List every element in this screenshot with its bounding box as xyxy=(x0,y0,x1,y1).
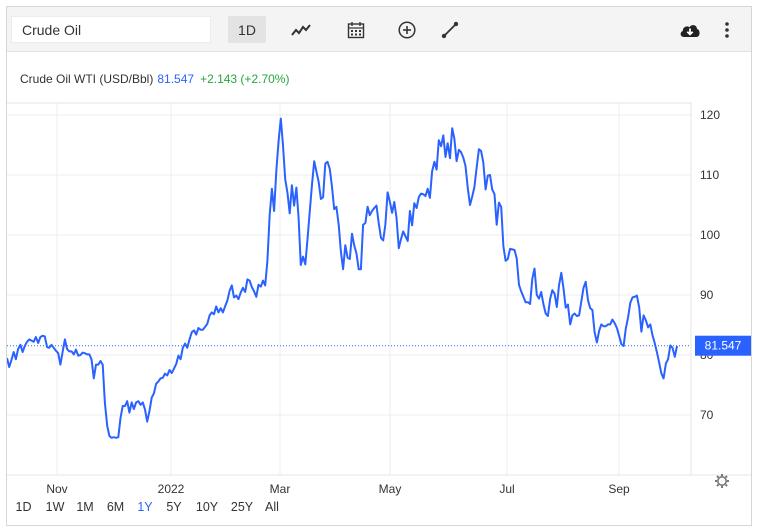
range-1y[interactable]: 1Y xyxy=(131,496,159,520)
x-tick-label: Mar xyxy=(270,482,291,496)
range-6m[interactable]: 6M xyxy=(100,496,131,520)
plus-circle-icon[interactable] xyxy=(395,16,419,43)
x-tick-label: May xyxy=(379,482,402,496)
range-1m[interactable]: 1M xyxy=(70,496,100,520)
price-tag-label: 81.547 xyxy=(705,339,742,353)
x-tick-label: Sep xyxy=(608,482,630,496)
y-tick-label: 70 xyxy=(700,408,714,422)
toolbar: Crude Oil 1D xyxy=(7,7,751,52)
chart-last-value: 81.547 xyxy=(157,72,194,86)
range-1w[interactable]: 1W xyxy=(40,496,70,520)
y-tick-label: 120 xyxy=(700,108,720,122)
range-selector: 1D 1W 1M 6M 1Y 5Y 10Y 25Y All xyxy=(7,496,285,520)
y-tick-label: 90 xyxy=(700,288,714,302)
chart-area[interactable]: Crude Oil WTI (USD/Bbl) 81.547 +2.143 (+… xyxy=(6,53,751,527)
chart-change-value: +2.143 (+2.70%) xyxy=(200,72,289,86)
settings-gear-icon[interactable] xyxy=(715,474,729,488)
symbol-search-input[interactable]: Crude Oil xyxy=(11,16,211,43)
y-tick-label: 100 xyxy=(700,228,720,242)
chart-symbol-label: Crude Oil WTI (USD/Bbl) xyxy=(20,72,153,86)
range-25y[interactable]: 25Y xyxy=(225,496,259,520)
range-all[interactable]: All xyxy=(259,496,285,520)
calendar-icon[interactable] xyxy=(344,16,368,43)
series-line-crude-oil xyxy=(6,117,678,439)
x-tick-label: Nov xyxy=(46,482,67,496)
x-tick-label: 2022 xyxy=(158,482,185,496)
more-vertical-icon[interactable] xyxy=(717,16,737,43)
range-5y[interactable]: 5Y xyxy=(159,496,189,520)
cloud-download-icon[interactable] xyxy=(677,16,703,43)
x-tick-label: Jul xyxy=(499,482,514,496)
draw-line-icon[interactable] xyxy=(438,16,462,43)
range-1d[interactable]: 1D xyxy=(7,496,40,520)
interval-button[interactable]: 1D xyxy=(228,16,266,43)
range-10y[interactable]: 10Y xyxy=(189,496,225,520)
line-chart-icon[interactable] xyxy=(289,16,313,43)
chart-widget: Crude Oil 1D Crude Oil WTI (USD/Bbl) 81.… xyxy=(6,6,752,526)
y-tick-label: 110 xyxy=(700,168,719,182)
